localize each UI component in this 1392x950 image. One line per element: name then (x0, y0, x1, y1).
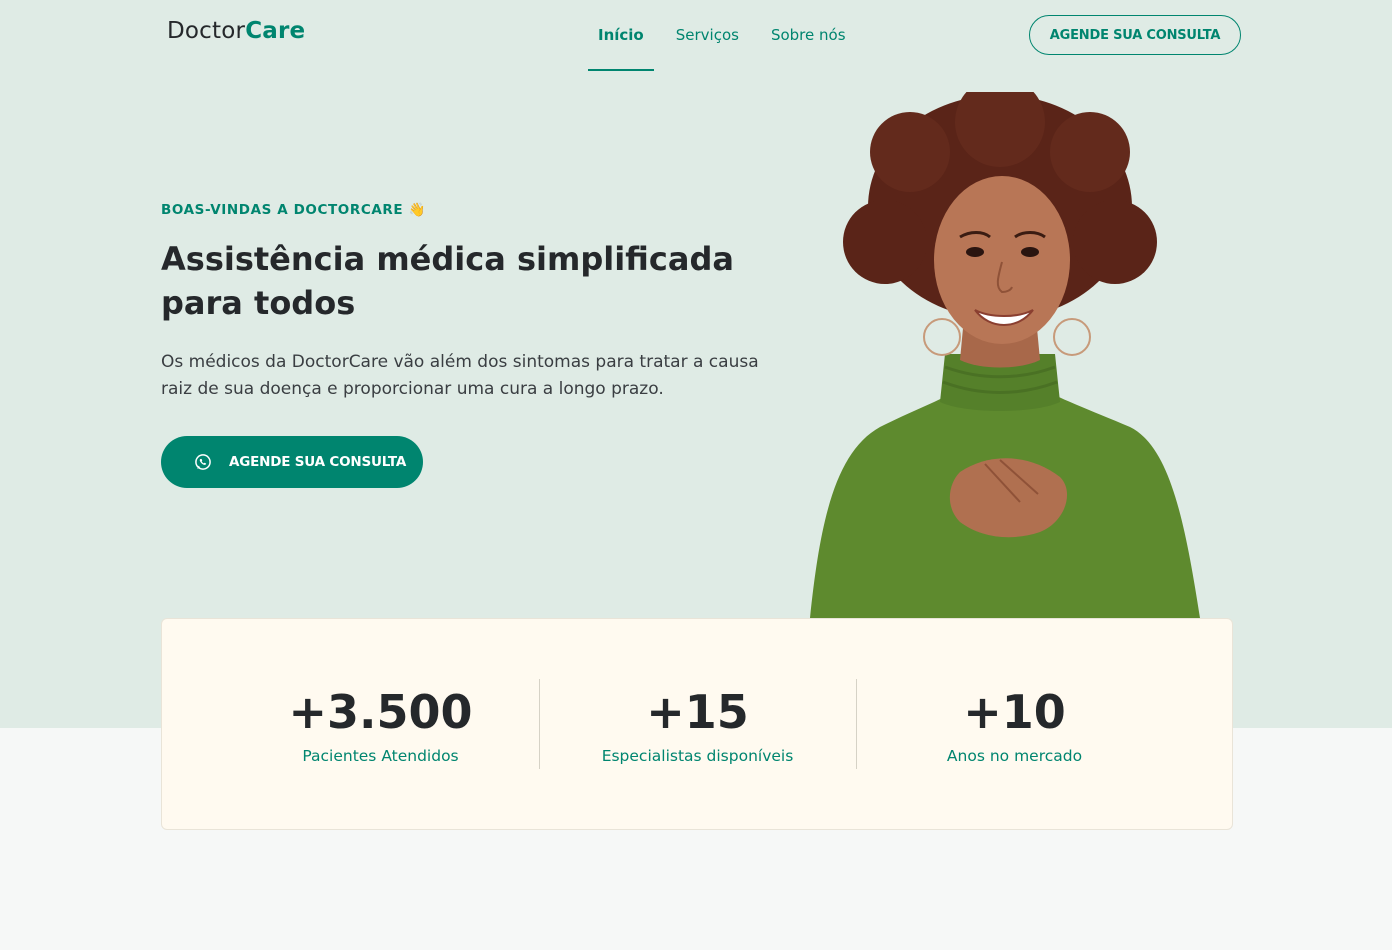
main-nav: Início Serviços Sobre nós (588, 0, 868, 71)
nav-link-sobre[interactable]: Sobre nós (761, 0, 856, 71)
hero-schedule-button[interactable]: AGENDE SUA CONSULTA (161, 436, 423, 488)
stat-specialists: +15 Especialistas disponíveis (539, 679, 856, 769)
hero-description: Os médicos da DoctorCare vão além dos si… (161, 352, 759, 399)
stat-patients: +3.500 Pacientes Atendidos (222, 679, 539, 769)
stat-specialists-value: +15 (646, 685, 749, 739)
whatsapp-icon (195, 454, 211, 470)
logo-text-care: Care (245, 18, 306, 44)
logo[interactable]: DoctorCare (167, 18, 305, 44)
hero-person-image (810, 92, 1200, 618)
nav-link-inicio[interactable]: Início (588, 0, 654, 71)
stat-patients-label: Pacientes Atendidos (302, 747, 459, 765)
stat-years-label: Anos no mercado (946, 747, 1083, 765)
stat-specialists-label: Especialistas disponíveis (601, 747, 794, 765)
header-schedule-button[interactable]: AGENDE SUA CONSULTA (1029, 15, 1241, 55)
stat-patients-value: +3.500 (288, 685, 473, 739)
logo-text-doctor: Doctor (167, 18, 246, 44)
nav-link-servicos[interactable]: Serviços (666, 0, 749, 71)
hero-kicker: BOAS-VINDAS A DOCTORCARE 👋 (161, 202, 426, 218)
hero-title: Assistência médica simplificada para tod… (161, 240, 734, 322)
stats-card: +3.500 Pacientes Atendidos +15 Especiali… (161, 618, 1233, 830)
stat-years: +10 Anos no mercado (856, 679, 1173, 769)
stat-years-value: +10 (963, 685, 1066, 739)
hero-schedule-button-label: AGENDE SUA CONSULTA (229, 454, 407, 470)
